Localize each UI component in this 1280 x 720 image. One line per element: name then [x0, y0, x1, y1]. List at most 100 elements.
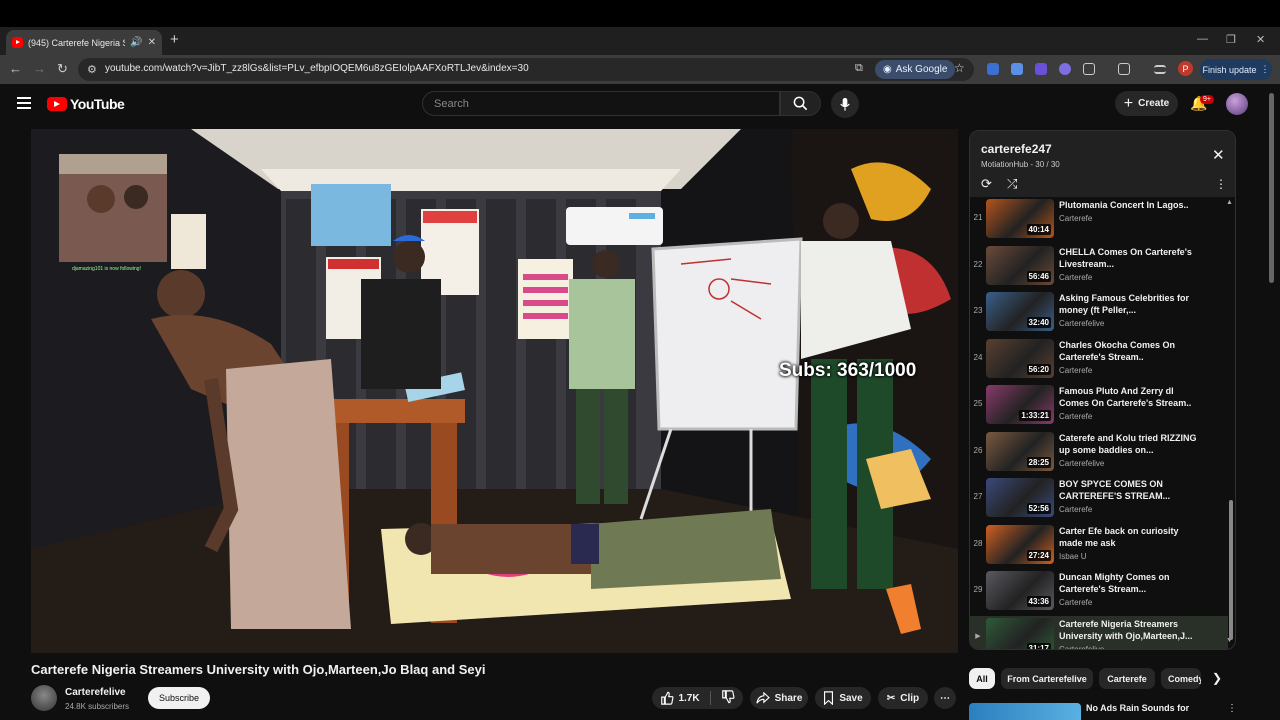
clip-button[interactable]: ✂ Clip: [878, 687, 928, 709]
shuffle-icon[interactable]: ⤮: [1007, 176, 1017, 192]
save-button[interactable]: Save: [815, 687, 871, 709]
user-avatar[interactable]: [1226, 93, 1248, 115]
playlist-item-title[interactable]: Famous Pluto And Zerry dl Comes On Carte…: [1059, 385, 1199, 409]
playlist-item[interactable]: 25 1:33:21 Famous Pluto And Zerry dl Comes…: [970, 383, 1228, 429]
omnibox[interactable]: ⚙ youtube.com/watch?v=JibT_zz8lGs&list=P…: [78, 58, 974, 81]
playlist-item-channel[interactable]: Carterefelive: [1059, 319, 1104, 328]
minimize-icon[interactable]: —: [1197, 33, 1208, 45]
playlist-item[interactable]: 29 43:36 Duncan Mighty Comes on Carterefe'…: [970, 569, 1228, 615]
dislike-button[interactable]: [721, 689, 735, 707]
playlist-scrollbar[interactable]: [1229, 200, 1233, 640]
playlist-item-title[interactable]: Carter Efe back on curiosity made me ask: [1059, 525, 1199, 549]
playlist-item-thumbnail[interactable]: 31:17: [986, 617, 1054, 649]
playlist-item-title[interactable]: Caterefe and Kolu tried RIZZING up some …: [1059, 432, 1199, 456]
playlist-item[interactable]: 21 40:14 Plutomania Concert In Lagos.. Cart…: [970, 197, 1228, 243]
more-actions-button[interactable]: ⋯: [934, 687, 956, 709]
playlist-item-channel[interactable]: Isbae U: [1059, 552, 1087, 561]
finish-update-button[interactable]: Finish update ⋮: [1200, 59, 1272, 80]
chip-comedy[interactable]: Comedy: [1161, 668, 1201, 689]
playlist-item-title[interactable]: Asking Famous Celebrities for money (ft …: [1059, 292, 1199, 316]
channel-name[interactable]: Carterefelive: [65, 687, 126, 698]
video-player[interactable]: Subs: 363/1000 djamazing101 is now follo…: [31, 129, 958, 653]
translate-icon[interactable]: [1011, 63, 1023, 75]
playlist-item-thumbnail[interactable]: 40:14: [986, 199, 1054, 238]
search-box[interactable]: [422, 91, 780, 116]
bookmark-star-icon[interactable]: ☆: [954, 61, 965, 75]
playlist-item-thumbnail[interactable]: 56:46: [986, 245, 1054, 285]
playlist-item-title[interactable]: Duncan Mighty Comes on Carterefe's Strea…: [1059, 571, 1199, 595]
playlist-item[interactable]: 23 32:40 Asking Famous Celebrities for mon…: [970, 290, 1228, 336]
url-text[interactable]: youtube.com/watch?v=JibT_zz8lGs&list=PLv…: [105, 63, 529, 74]
playlist-item-channel[interactable]: Carterefelive: [1059, 459, 1104, 468]
menu-icon[interactable]: [17, 97, 31, 112]
playlist-item[interactable]: ▶ 31:17 Carterefe Nigeria Streamers Univer…: [970, 615, 1228, 650]
playlist-item[interactable]: 27 52:56 BOY SPYCE COMES ON CARTEREFE'S ST…: [970, 476, 1228, 522]
playlist-item-thumbnail[interactable]: 56:20: [986, 338, 1054, 378]
browser-tab[interactable]: (945) Carterefe Nigeria Stre 🔊 ✕: [6, 30, 162, 55]
playlist-item-thumbnail[interactable]: 32:40: [986, 292, 1054, 331]
playlist-item-thumbnail[interactable]: 52:56: [986, 478, 1054, 517]
tab-search-icon[interactable]: [1118, 63, 1130, 75]
cloud-extension-icon[interactable]: [1059, 63, 1071, 75]
site-info-icon[interactable]: ⚙: [87, 63, 97, 76]
playlist-item-channel[interactable]: Carterefe: [1059, 273, 1092, 282]
playlist-item-title[interactable]: CHELLA Comes On Carterefe's Livestream..…: [1059, 246, 1199, 270]
chip-all[interactable]: All: [969, 668, 995, 689]
playlist-item-title[interactable]: Carterefe Nigeria Streamers University w…: [1059, 618, 1199, 642]
playlist-item-channel[interactable]: Carterefe: [1059, 366, 1092, 375]
share-button[interactable]: Share: [750, 687, 808, 709]
playlist-close-icon[interactable]: ✕: [1212, 146, 1225, 164]
back-icon[interactable]: ←: [9, 61, 22, 76]
playlist-item[interactable]: 28 27:24 Carter Efe back on curiosity made…: [970, 523, 1228, 569]
reload-icon[interactable]: ↻: [57, 61, 68, 77]
like-button[interactable]: 1.7K: [660, 691, 700, 705]
puzzle-icon[interactable]: [1083, 63, 1095, 75]
playlist-item-channel[interactable]: Carterefe: [1059, 412, 1092, 421]
playlist-item-channel[interactable]: Carterefelive: [1059, 645, 1104, 650]
speaker-icon[interactable]: 🔊: [130, 37, 142, 48]
tab-close-icon[interactable]: ✕: [148, 37, 156, 48]
playlist-item[interactable]: 26 28:25 Caterefe and Kolu tried RIZZING u…: [970, 430, 1228, 476]
install-icon[interactable]: ⧉: [855, 62, 863, 75]
ask-google-button[interactable]: ◉ Ask Google: [875, 60, 956, 79]
maximize-icon[interactable]: ❐: [1226, 33, 1236, 46]
profile-avatar[interactable]: P: [1178, 61, 1193, 76]
recommended-title[interactable]: No Ads Rain Sounds for: [1086, 703, 1189, 713]
new-tab-button[interactable]: +: [170, 31, 179, 48]
playlist-item-thumbnail[interactable]: 43:36: [986, 571, 1054, 610]
playlist-scroll-thumb[interactable]: [1229, 500, 1233, 640]
reading-list-icon[interactable]: [1154, 65, 1166, 74]
playlist-panel: carterefe247 MotiationHub - 30 / 30 ✕ ⟳ …: [969, 130, 1236, 650]
extension-icon[interactable]: [987, 63, 999, 75]
youtube-logo[interactable]: YouTube: [47, 96, 125, 112]
voice-search-button[interactable]: [831, 90, 859, 118]
loop-icon[interactable]: ⟳: [981, 176, 992, 192]
playlist-item-title[interactable]: Plutomania Concert In Lagos..: [1059, 199, 1199, 211]
forward-icon[interactable]: →: [33, 61, 46, 76]
playlist-item-title[interactable]: Charles Okocha Comes On Carterefe's Stre…: [1059, 339, 1199, 363]
chip-carterefe[interactable]: Carterefe: [1099, 668, 1155, 689]
playlist-title[interactable]: carterefe247: [981, 142, 1052, 156]
subscribe-button[interactable]: Subscribe: [148, 687, 210, 709]
create-button[interactable]: + Create: [1115, 91, 1178, 116]
chip-from-channel[interactable]: From Carterefelive: [1001, 668, 1093, 689]
window-close-icon[interactable]: ✕: [1256, 33, 1265, 46]
playlist-item[interactable]: 24 56:20 Charles Okocha Comes On Carterefe…: [970, 337, 1228, 383]
page-scrollbar[interactable]: [1269, 93, 1274, 283]
playlist-item-thumbnail[interactable]: 27:24: [986, 524, 1054, 564]
shield-extension-icon[interactable]: [1035, 63, 1047, 75]
chips-next-icon[interactable]: ❯: [1212, 671, 1222, 685]
recommended-thumbnail[interactable]: [969, 703, 1081, 720]
playlist-item-thumbnail[interactable]: 1:33:21: [986, 385, 1054, 424]
recommended-more-icon[interactable]: ⋮: [1227, 703, 1237, 714]
playlist-item-title[interactable]: BOY SPYCE COMES ON CARTEREFE'S STREAM...: [1059, 478, 1199, 502]
playlist-item[interactable]: 22 56:46 CHELLA Comes On Carterefe's Lives…: [970, 244, 1228, 290]
playlist-item-thumbnail[interactable]: 28:25: [986, 431, 1054, 471]
playlist-item-channel[interactable]: Carterefe: [1059, 505, 1092, 514]
playlist-item-channel[interactable]: Carterefe: [1059, 214, 1092, 223]
playlist-more-icon[interactable]: ⋮: [1215, 177, 1227, 191]
channel-avatar[interactable]: [31, 685, 57, 711]
search-input[interactable]: [434, 92, 779, 115]
search-button[interactable]: [780, 91, 821, 116]
playlist-item-channel[interactable]: Carterefe: [1059, 598, 1092, 607]
